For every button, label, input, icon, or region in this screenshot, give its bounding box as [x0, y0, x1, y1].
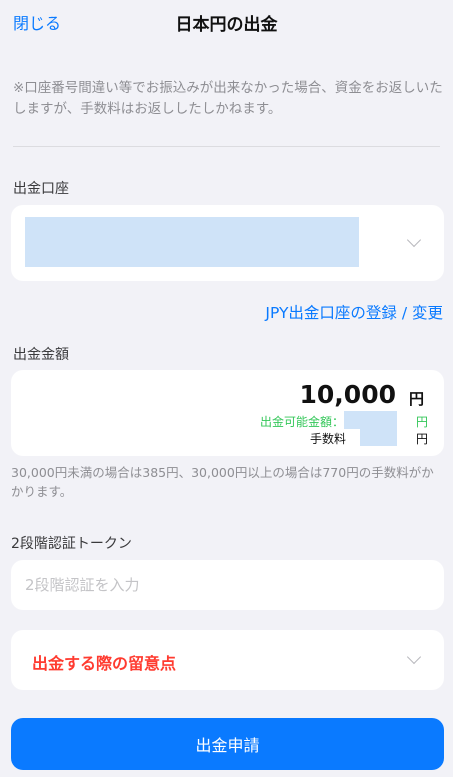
available-amount-redacted	[344, 411, 397, 429]
fee-unit: 円	[415, 432, 428, 446]
account-section-label: 出金口座	[13, 181, 69, 197]
available-amount-unit: 円	[415, 415, 428, 429]
account-select[interactable]	[11, 205, 444, 281]
amount-field[interactable]: 10,000 円 出金可能金額： 円 手数料 円	[11, 370, 444, 456]
token-input[interactable]	[11, 560, 444, 610]
caution-accordion[interactable]: 出金する際の留意点	[11, 630, 444, 690]
fee-label: 手数料	[309, 432, 346, 446]
fee-amount-redacted	[360, 428, 397, 446]
available-amount-label: 出金可能金額：	[259, 415, 344, 429]
caution-label: 出金する際の留意点	[32, 654, 177, 673]
amount-unit: 円	[408, 390, 424, 408]
token-section-label: 2段階認証トークン	[11, 536, 132, 552]
token-card	[11, 560, 444, 610]
submit-withdrawal-button[interactable]: 出金申請	[11, 718, 444, 770]
chevron-down-icon	[406, 232, 422, 248]
notice-text: ※口座番号間違い等でお振込みが出来なかった場合、資金をお返しいたしますが、手数料…	[13, 80, 443, 117]
account-value-redacted	[25, 217, 359, 267]
page-title: 日本円の出金	[175, 15, 278, 35]
divider	[13, 146, 440, 147]
amount-value: 10,000	[299, 380, 396, 409]
fee-note: 30,000円未満の場合は385円、30,000円以上の場合は770円の手数料が…	[11, 465, 434, 499]
amount-section-label: 出金金額	[13, 347, 69, 363]
register-account-link[interactable]: JPY出金口座の登録 / 変更	[265, 301, 443, 323]
chevron-down-icon	[406, 649, 422, 665]
